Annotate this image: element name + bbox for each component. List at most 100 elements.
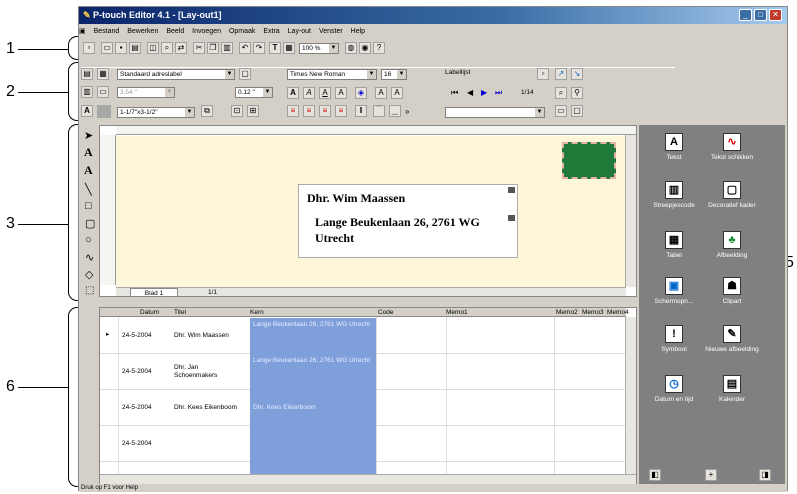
panel-back-icon[interactable]: ◧ [649,469,661,481]
menu-bewerken[interactable]: Bewerken [127,28,158,35]
valign-bottom-icon[interactable]: ▁ [389,105,401,117]
cell-kern[interactable]: Lange Beukenlaan 26, 2761 WG Utrecht [250,354,376,390]
panel-item-tekst[interactable]: A Tekst [647,133,701,162]
first-record-icon[interactable]: ⏮ [451,88,458,98]
panel-item-tabel[interactable]: ▦ Tabel [647,231,701,260]
form-view-icon[interactable]: ▢ [571,105,583,117]
panel-settings-icon[interactable]: ◨ [759,469,771,481]
bold-icon[interactable]: A [287,87,299,99]
globe-icon[interactable]: ◍ [345,42,357,54]
menu-venster[interactable]: Venster [319,28,343,35]
new-icon[interactable]: ▫ [83,42,95,54]
col-memo1[interactable]: Memo1 [446,308,468,317]
text-tool-icon[interactable]: T [269,42,281,54]
panel-item-streepjescode[interactable]: ▥ Streepjescode [647,181,701,210]
database-icon[interactable]: ◉ [359,42,371,54]
cell-date[interactable]: 24-5-2004 [122,440,152,448]
rounded-rect-tool-icon[interactable]: ▢ [85,217,95,230]
list-view-icon[interactable]: ▫ [537,68,549,80]
table-row[interactable]: 24-5-2004 [100,426,626,462]
search-icon[interactable]: ⌕ [161,42,173,54]
save-icon[interactable]: ▪ [115,42,127,54]
help-icon[interactable]: ? [373,42,385,54]
sort-desc-icon[interactable]: ↘ [571,68,583,80]
fit-icon[interactable]: ⊞ [247,105,259,117]
sort-asc-icon[interactable]: ↗ [555,68,567,80]
find-icon[interactable]: ⌕ [555,87,567,99]
paste-icon[interactable]: ▥ [221,42,233,54]
print-icon[interactable]: ▤ [129,42,141,54]
cell-title[interactable]: Dhr. Jan Schoenmakers [174,364,224,380]
cell-date[interactable]: 24-5-2004 [122,332,152,340]
line-tool-icon[interactable]: ╲ [85,183,92,196]
panel-item-nieuwe-afbeelding[interactable]: ✎ Nieuwe afbeelding [705,325,759,354]
pointer-icon[interactable]: ➤ [84,129,93,142]
last-record-icon[interactable]: ⏭ [495,88,502,98]
print-preview-icon[interactable]: ◫ [147,42,159,54]
close-button[interactable]: ✕ [769,9,782,21]
table-row[interactable]: 24-5-2004 Dhr. Kees Eikenboom Dhr. Kees … [100,390,626,426]
panel-add-icon[interactable]: + [705,469,717,481]
font-select[interactable]: Times New Roman [287,69,377,80]
menu-beeld[interactable]: Beeld [166,28,184,35]
vertical-text-icon[interactable]: ‖ [355,105,367,117]
grid-hscroll[interactable] [100,474,636,484]
cell-kern[interactable]: Lange Beukenlaan 26, 2761 WG Utrecht [250,318,376,354]
align-left-icon[interactable]: ≡ [287,105,299,117]
panel-item-tekst-schikken[interactable]: ∿ Tekst schikken [705,133,759,162]
transfer-icon[interactable]: ⇄ [175,42,187,54]
col-titel[interactable]: Titel [174,308,186,317]
cell-date[interactable]: 24-5-2004 [122,368,152,376]
sheet-tab[interactable]: Blad 1 [130,288,178,297]
filter-icon[interactable]: ⚲ [571,87,583,99]
record-select[interactable] [445,107,545,118]
shrink-font-icon[interactable]: A [391,87,403,99]
col-memo2[interactable]: Memo2 [556,308,578,317]
ellipse-tool-icon[interactable]: ○ [85,234,92,246]
text-frame-icon[interactable]: A [81,105,93,117]
menu-layout[interactable]: Lay-out [288,28,311,35]
paper-icon[interactable]: ▤ [81,68,93,80]
more-icon[interactable]: » [405,107,409,116]
curve-tool-icon[interactable]: ∿ [85,251,94,264]
maximize-button[interactable]: □ [754,9,767,21]
copy-format-icon[interactable]: ⧉ [201,105,213,117]
align-center-icon[interactable]: ≡ [303,105,315,117]
polygon-tool-icon[interactable]: ◇ [85,268,93,281]
text-tool-a-icon[interactable]: A [84,145,93,160]
paper-format-select[interactable]: Standaard adreslabel [117,69,235,80]
vertical-text-tool-icon[interactable]: A [84,163,93,178]
margin-field[interactable]: 0.12 " [235,87,273,98]
undo-icon[interactable]: ↶ [239,42,251,54]
panel-item-afbeelding[interactable]: ♣ Afbeelding [705,231,759,260]
orientation-icon[interactable]: ▥ [81,86,93,98]
rectangle-tool-icon[interactable]: □ [85,200,92,212]
cell-kern[interactable]: Dhr. Kees Eikenboom [250,390,376,426]
page-setup-icon[interactable]: ▢ [239,68,251,80]
panel-item-datum-en-tijd[interactable]: ◷ Datum en tijd [647,375,701,404]
zoom-select[interactable]: 100 % [299,43,339,54]
tape-size-select[interactable]: 1-1/7"x3-1/2" [117,107,195,118]
col-datum[interactable]: Datum [140,308,159,317]
col-memo4[interactable]: Memo4 [607,308,629,317]
address-textbox[interactable]: Dhr. Wim Maassen Lange Beukenlaan 26, 27… [298,184,518,258]
color-swatch[interactable] [97,105,111,118]
canvas-hscroll[interactable]: Blad 1 1/1 [116,287,626,297]
table-row[interactable]: ▸ 24-5-2004 Dhr. Wim Maassen Lange Beuke… [100,318,626,354]
canvas-vscroll[interactable] [625,135,636,287]
menu-bestand[interactable]: Bestand [94,28,120,35]
label-paper[interactable]: Dhr. Wim Maassen Lange Beukenlaan 26, 27… [116,136,626,287]
open-icon[interactable]: ▭ [101,42,113,54]
menu-extra[interactable]: Extra [263,28,279,35]
char-style-icon[interactable]: ◈ [355,87,367,99]
col-kern[interactable]: Kern [250,308,264,317]
menu-help[interactable]: Help [351,28,365,35]
copy-icon[interactable]: ❐ [207,42,219,54]
cell-title[interactable]: Dhr. Kees Eikenboom [174,404,237,412]
panel-item-schermopname[interactable]: ▣ Schermopn... [647,277,701,306]
panel-item-kalender[interactable]: ▤ Kalender [705,375,759,404]
font-size-select[interactable]: 16 [381,69,407,80]
select-area-icon[interactable]: ⬚ [85,285,94,296]
frame-icon-small[interactable]: ▭ [97,86,109,98]
italic-icon[interactable]: A [303,87,315,99]
